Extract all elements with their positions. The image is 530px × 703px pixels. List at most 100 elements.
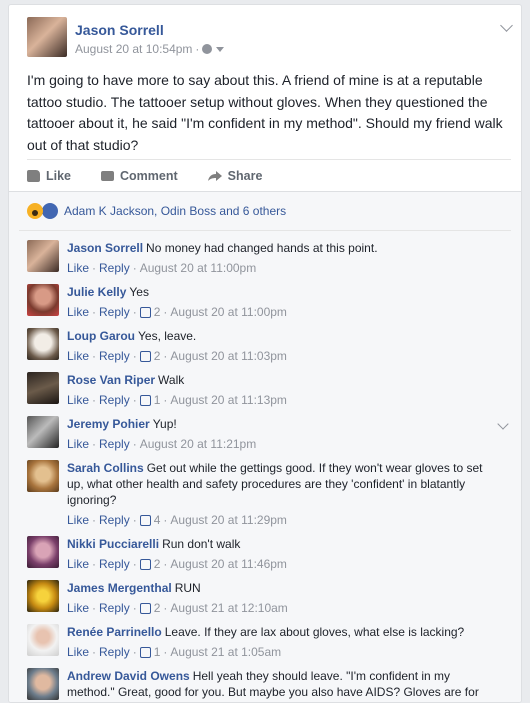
- author-avatar[interactable]: [27, 17, 67, 57]
- comment-time[interactable]: August 20 at 11:21pm: [140, 436, 257, 452]
- comment-body: Jason Sorrell No money had changed hands …: [67, 240, 497, 276]
- comment-like-link[interactable]: Like: [67, 348, 89, 364]
- comment-body: Andrew David Owens Hell yeah they should …: [67, 668, 497, 700]
- comment-reply-link[interactable]: Reply: [99, 348, 130, 364]
- comment-meta: Like · Reply · 1 · August 20 at 11:13pm: [67, 392, 287, 408]
- comment-author[interactable]: Jason Sorrell: [67, 241, 143, 255]
- comment-text: RUN: [174, 581, 201, 595]
- comment-time[interactable]: August 20 at 11:13pm: [170, 392, 287, 408]
- like-label: Like: [46, 169, 72, 183]
- comment-meta: Like · Reply · 1 · August 21 at 1:05am: [67, 644, 282, 660]
- comment-like-count[interactable]: 1: [154, 644, 161, 660]
- comment-author[interactable]: Nikki Pucciarelli: [67, 537, 159, 551]
- comment-like-count[interactable]: 1: [154, 392, 161, 408]
- comment-meta: Like · Reply · 2 · August 21 at 12:10am: [67, 600, 288, 616]
- thumbs-up-icon: [139, 350, 151, 362]
- comment-body: Renée Parrinello Leave. If they are lax a…: [67, 624, 497, 660]
- comment-like-link[interactable]: Like: [67, 644, 89, 660]
- comment-reply-link[interactable]: Reply: [99, 556, 130, 572]
- comment-author[interactable]: Renée Parrinello: [67, 625, 162, 639]
- comment-text: Walk: [158, 373, 185, 387]
- avatar[interactable]: [27, 580, 59, 612]
- comment-body: Nikki Pucciarelli Run don't walk Like · Rep…: [67, 536, 497, 572]
- comment-author[interactable]: James Mergenthal: [67, 581, 172, 595]
- comment-author[interactable]: Julie Kelly: [67, 285, 126, 299]
- thumbs-up-icon: [139, 602, 151, 614]
- post-timestamp[interactable]: August 20 at 10:54pm: [75, 42, 192, 56]
- comment-like-count[interactable]: 2: [154, 556, 161, 572]
- comment-body: Jeremy Pohier Yup! Like · Reply · August 20 a…: [67, 416, 497, 452]
- avatar[interactable]: [27, 240, 59, 272]
- share-button[interactable]: Share: [207, 160, 262, 192]
- comment-time[interactable]: August 20 at 11:03pm: [170, 348, 287, 364]
- comment-like-count[interactable]: 2: [154, 600, 161, 616]
- comment-author[interactable]: Andrew David Owens: [67, 669, 190, 683]
- like-icon: [27, 170, 40, 182]
- comment-author[interactable]: Rose Van Riper: [67, 373, 155, 387]
- comment-reply-link[interactable]: Reply: [99, 260, 130, 276]
- comment-like-link[interactable]: Like: [67, 600, 89, 616]
- avatar[interactable]: [27, 536, 59, 568]
- comment-like-count[interactable]: 2: [154, 348, 161, 364]
- avatar[interactable]: [27, 460, 59, 492]
- comment-like-link[interactable]: Like: [67, 436, 89, 452]
- comment-body: Sarah Collins Get out while the gettings …: [67, 460, 497, 528]
- post-header: Jason Sorrell August 20 at 10:54pm ·: [9, 5, 521, 65]
- post-text: I'm going to have more to say about this…: [27, 72, 503, 153]
- comment-time[interactable]: August 21 at 12:10am: [170, 600, 287, 616]
- like-button[interactable]: Like: [27, 160, 71, 192]
- chevron-down-icon[interactable]: [216, 47, 225, 52]
- avatar[interactable]: [27, 328, 59, 360]
- comment-text: Run don't walk: [162, 537, 241, 551]
- comment-label: Comment: [120, 169, 178, 183]
- comment-reply-link[interactable]: Reply: [99, 304, 130, 320]
- comment-like-link[interactable]: Like: [67, 512, 89, 528]
- divider: [19, 230, 511, 231]
- comment-meta: Like · Reply · 2 · August 20 at 11:03pm: [67, 348, 287, 364]
- comment-text: Yup!: [152, 417, 177, 431]
- comment-text: No money had changed hands at this point…: [146, 241, 378, 255]
- author-name[interactable]: Jason Sorrell: [75, 22, 164, 38]
- wow-reaction-icon: [27, 203, 43, 219]
- comment-reply-link[interactable]: Reply: [99, 512, 130, 528]
- comment-time[interactable]: August 20 at 11:00pm: [170, 304, 287, 320]
- comment-options-chevron-icon[interactable]: [497, 418, 509, 430]
- comment-time[interactable]: August 20 at 11:46pm: [170, 556, 287, 572]
- avatar[interactable]: [27, 668, 59, 700]
- comment-reply-link[interactable]: Reply: [99, 436, 130, 452]
- comment-author[interactable]: Loup Garou: [67, 329, 135, 343]
- avatar[interactable]: [27, 372, 59, 404]
- comment-meta: Like · Reply · August 20 at 11:21pm: [67, 436, 257, 452]
- post-card: Jason Sorrell August 20 at 10:54pm · I'm …: [8, 4, 522, 703]
- comment-time[interactable]: August 20 at 11:29pm: [170, 512, 287, 528]
- reactions-summary[interactable]: Adam K Jackson, Odin Boss and 6 others: [27, 202, 286, 220]
- globe-icon: [202, 44, 213, 54]
- comment-reply-link[interactable]: Reply: [99, 600, 130, 616]
- avatar[interactable]: [27, 284, 59, 316]
- comment-time[interactable]: August 21 at 1:05am: [170, 644, 281, 660]
- thumbs-up-icon: [139, 646, 151, 658]
- comment-icon: [101, 171, 115, 181]
- comment-time[interactable]: August 20 at 11:00pm: [140, 260, 257, 276]
- comment-like-link[interactable]: Like: [67, 304, 89, 320]
- comment-like-link[interactable]: Like: [67, 392, 89, 408]
- comment-button[interactable]: Comment: [101, 160, 178, 192]
- avatar[interactable]: [27, 416, 59, 448]
- comment-text: Leave. If they are lax about gloves, wha…: [164, 625, 465, 639]
- reactions-text[interactable]: Adam K Jackson, Odin Boss and 6 others: [64, 204, 286, 218]
- post-meta: August 20 at 10:54pm ·: [75, 42, 225, 56]
- comment-reply-link[interactable]: Reply: [99, 392, 130, 408]
- comment-text: Yes, leave.: [138, 329, 197, 343]
- post-actions: Like Comment Share: [27, 159, 511, 192]
- post-options-chevron-icon[interactable]: [500, 19, 513, 32]
- comment-like-link[interactable]: Like: [67, 260, 89, 276]
- thumbs-up-icon: [139, 306, 151, 318]
- comment-body: Rose Van Riper Walk Like · Reply · 1 · August 2…: [67, 372, 497, 408]
- comment-reply-link[interactable]: Reply: [99, 644, 130, 660]
- comment-like-link[interactable]: Like: [67, 556, 89, 572]
- comment-like-count[interactable]: 2: [154, 304, 161, 320]
- comment-like-count[interactable]: 4: [154, 512, 161, 528]
- avatar[interactable]: [27, 624, 59, 656]
- comment-author[interactable]: Jeremy Pohier: [67, 417, 150, 431]
- comment-author[interactable]: Sarah Collins: [67, 461, 144, 475]
